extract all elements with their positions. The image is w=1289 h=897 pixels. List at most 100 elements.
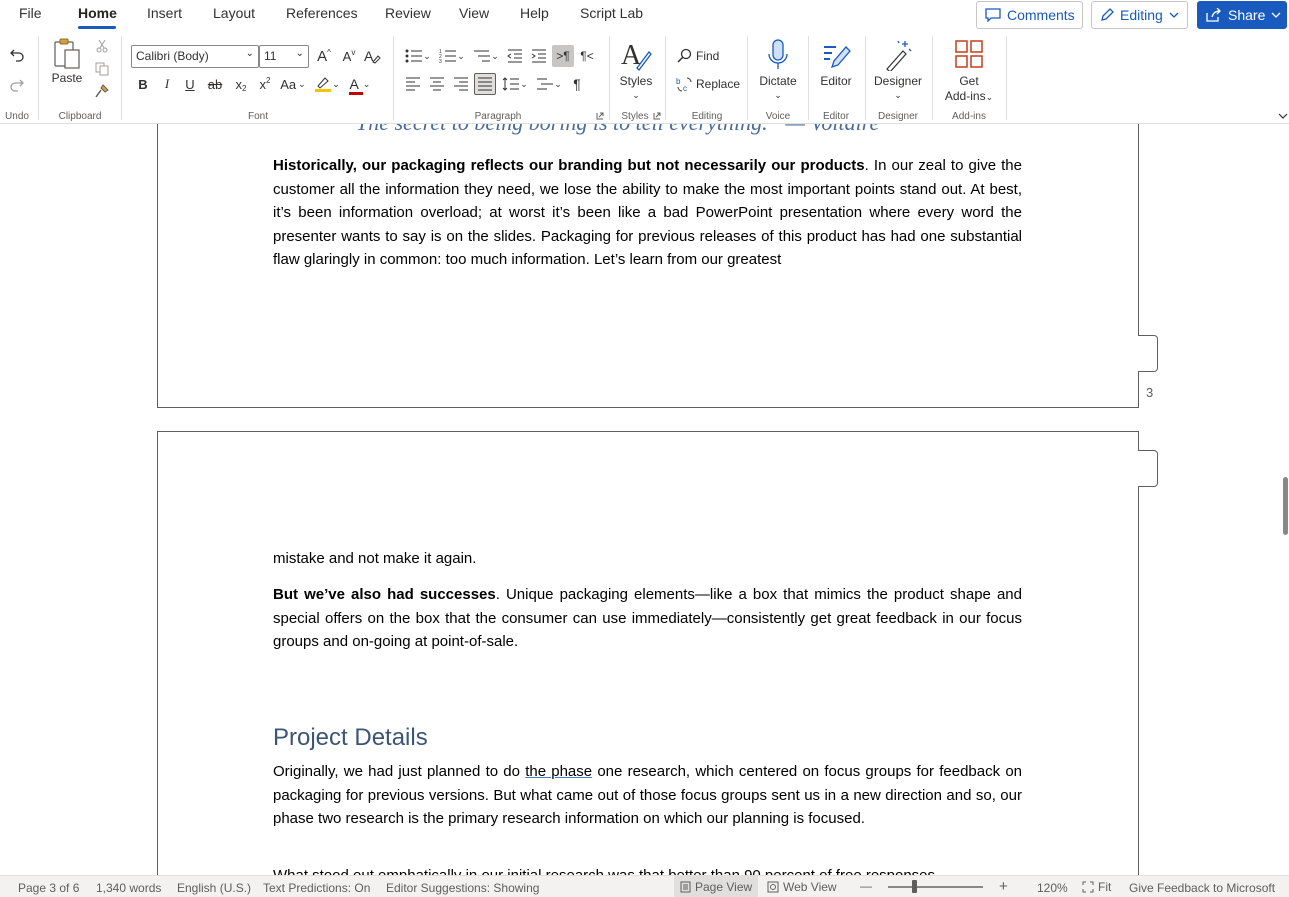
find-button[interactable]: Find <box>676 46 726 66</box>
paragraph-historically[interactable]: Historically, our packaging reflects our… <box>273 154 1022 272</box>
line-spacing-button[interactable]: ⌄ <box>500 74 530 94</box>
designer-button[interactable] <box>880 38 916 72</box>
copy-button[interactable] <box>93 61 111 77</box>
underline-button[interactable]: U <box>181 74 199 94</box>
subscript-button[interactable]: x2 <box>232 74 250 94</box>
web-view-button[interactable]: Web View <box>761 876 843 897</box>
italic-button[interactable]: I <box>158 74 176 94</box>
fit-button[interactable]: Fit <box>1076 876 1117 897</box>
scissors-icon <box>95 39 109 53</box>
tab-help[interactable]: Help <box>520 5 549 21</box>
zoom-slider-thumb[interactable] <box>912 880 917 893</box>
align-left-button[interactable] <box>403 74 423 94</box>
superscript-button[interactable]: x2 <box>256 74 274 94</box>
chevron-down-icon: ⌄ <box>774 89 782 100</box>
language-status[interactable]: English (U.S.) <box>177 881 251 895</box>
strikethrough-button[interactable]: ab <box>204 74 226 94</box>
editor-button[interactable] <box>818 38 854 72</box>
font-name-combobox[interactable]: Calibri (Body) ⌄ <box>131 45 259 68</box>
paragraph-successes[interactable]: But we’ve also had successes. Unique pac… <box>273 583 1022 654</box>
editor-suggestions-status[interactable]: Editor Suggestions: Showing <box>386 881 539 895</box>
styles-dropdown[interactable]: ⌄ <box>630 89 642 101</box>
format-painter-button[interactable] <box>93 83 111 99</box>
cut-button[interactable] <box>93 38 111 54</box>
paragraph-originally[interactable]: Originally, we had just planned to do th… <box>273 760 1022 831</box>
ribbon-collapse-button[interactable] <box>1277 110 1289 122</box>
heading-project-details[interactable]: Project Details <box>273 724 428 752</box>
highlight-color-button[interactable]: ⌄ <box>312 74 342 94</box>
chevron-down-icon <box>1169 12 1179 18</box>
editing-mode-button[interactable]: Editing <box>1091 1 1188 29</box>
zoom-out-button[interactable]: — <box>860 879 872 893</box>
dictate-dropdown[interactable]: ⌄ <box>772 89 784 101</box>
zoom-level[interactable]: 120% <box>1037 881 1068 895</box>
caret-down-icon: v <box>351 47 356 57</box>
rtl-direction-button[interactable]: ¶< <box>578 46 596 66</box>
decrease-indent-button[interactable] <box>505 46 525 66</box>
paintbrush-icon <box>95 84 109 98</box>
get-addins-button[interactable] <box>952 38 986 70</box>
align-right-button[interactable] <box>451 74 471 94</box>
designer-dropdown[interactable]: ⌄ <box>892 89 904 101</box>
font-color-button[interactable]: A ⌄ <box>345 74 375 95</box>
word-count-status[interactable]: 1,340 words <box>96 881 161 895</box>
comments-button[interactable]: Comments <box>976 1 1083 29</box>
multilevel-list-button[interactable]: ⌄ <box>471 46 501 66</box>
styles-dialog-launcher[interactable] <box>652 111 662 121</box>
chevron-down-icon: ⌄ <box>632 89 640 100</box>
shrink-font-button[interactable]: Av <box>339 46 359 66</box>
paste-button[interactable] <box>50 36 84 72</box>
text-predictions-status[interactable]: Text Predictions: On <box>263 881 370 895</box>
show-formatting-button[interactable]: ¶ <box>568 74 586 94</box>
feedback-link[interactable]: Give Feedback to Microsoft <box>1129 881 1275 895</box>
paragraph-group-label: Paragraph <box>474 111 522 122</box>
page-view-icon <box>680 881 691 893</box>
vertical-scrollbar-thumb[interactable] <box>1283 477 1288 535</box>
pilcrow-icon: ¶ <box>573 76 581 92</box>
clear-formatting-button[interactable]: A <box>362 46 382 66</box>
tab-home[interactable]: Home <box>78 5 117 21</box>
zoom-in-button[interactable]: + <box>999 878 1008 895</box>
page-count-status[interactable]: Page 3 of 6 <box>18 881 79 895</box>
tab-insert[interactable]: Insert <box>147 5 182 21</box>
tab-file[interactable]: File <box>19 5 42 21</box>
bullets-button[interactable]: ⌄ <box>403 46 433 66</box>
align-center-button[interactable] <box>427 74 447 94</box>
editing-group-label: Editing <box>691 111 723 122</box>
redo-button[interactable] <box>6 74 28 96</box>
ltr-direction-button[interactable]: >¶ <box>552 45 574 67</box>
tab-review[interactable]: Review <box>385 5 431 21</box>
highlighter-icon <box>314 75 332 93</box>
share-button[interactable]: Share <box>1197 1 1287 29</box>
undo-button[interactable] <box>6 44 28 66</box>
replace-button[interactable]: bc Replace <box>676 74 742 94</box>
document-canvas[interactable]: The secret to being boring is to tell ev… <box>0 124 1289 875</box>
font-size-combobox[interactable]: 11 ⌄ <box>259 45 309 68</box>
pencil-icon <box>1100 8 1114 22</box>
styles-button[interactable]: A <box>618 38 654 72</box>
group-separator <box>38 36 39 120</box>
tab-layout[interactable]: Layout <box>213 5 255 21</box>
zoom-slider-track[interactable] <box>888 886 983 888</box>
fit-icon <box>1082 881 1094 893</box>
tab-view[interactable]: View <box>459 5 489 21</box>
tab-script-lab[interactable]: Script Lab <box>580 5 643 21</box>
paragraph-mistake[interactable]: mistake and not make it again. <box>273 547 1022 571</box>
dictate-button[interactable] <box>760 38 796 72</box>
styles-group-label: Styles <box>621 111 649 122</box>
editor-label: Editor <box>820 74 852 88</box>
justify-button[interactable] <box>474 73 496 95</box>
grammar-flag: the phase <box>525 763 593 780</box>
paragraph-what-stood-out[interactable]: What stood out emphatically in our initi… <box>273 864 1022 875</box>
increase-indent-button[interactable] <box>529 46 549 66</box>
change-case-button[interactable]: Aa ⌄ <box>278 74 308 94</box>
grow-font-button[interactable]: A ^ <box>314 46 334 66</box>
bold-button[interactable]: B <box>134 74 152 94</box>
paragraph-dialog-launcher[interactable] <box>595 111 605 121</box>
tab-references[interactable]: References <box>286 5 358 21</box>
chevron-down-icon: ⌄ <box>457 50 465 61</box>
page-view-button[interactable]: Page View <box>674 876 759 897</box>
undo-group-label: Undo <box>5 111 29 122</box>
numbering-button[interactable]: 123 ⌄ <box>437 46 467 66</box>
paragraph-spacing-button[interactable]: ⌄ <box>534 74 564 94</box>
